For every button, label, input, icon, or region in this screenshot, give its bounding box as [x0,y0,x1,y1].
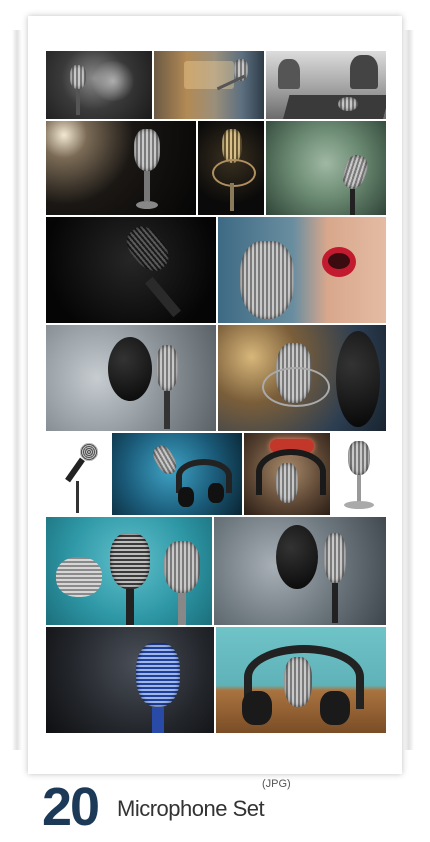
mic-stem-shape [126,589,134,625]
mic-head-shape [338,97,358,111]
ear-cup [178,487,194,507]
mic-head-shape [70,65,86,89]
mic-stem-shape [145,276,181,318]
tile-retro-mic-white [331,432,387,516]
page-shadow-right [404,30,414,750]
mic-stem-shape [332,583,338,623]
tile-blue-retro-mic [45,626,215,734]
mic-stem-shape [164,391,170,429]
tile-vintage-mic-spotlight [45,120,197,216]
tile-on-air-mic [243,432,331,516]
mic-stem-shape [144,171,150,201]
tile-mic-headphones-wood [215,626,387,734]
mic-head-shape [164,541,200,593]
mouth-open [328,253,350,269]
mic-stem-shape [230,183,234,211]
mic-head-shape [276,463,298,503]
tile-condenser-pop-filter-slate [213,516,387,626]
tile-mic-gold-dark [197,120,265,216]
tile-mic-studio-blur [153,50,265,120]
mic-head-shape [156,345,178,391]
mic-head-shape [324,533,346,583]
dust-cloud [90,61,136,101]
mic-stem-shape [65,457,85,483]
tile-mic-dust-dark [45,50,153,120]
person-silhouette [350,55,378,89]
mixer-console [282,95,386,119]
mic-head-shape [240,241,294,319]
mic-base [344,501,374,509]
format-label: (JPG) [262,778,291,790]
collection-title: Microphone Set [117,796,265,821]
tile-mic-green-texture [265,120,387,216]
ear-cup [208,483,224,503]
mic-stem-shape [152,707,164,733]
mic-stem-shape [357,475,361,503]
tile-mic-headphones-blue [111,432,243,516]
photo-collage-sheet [28,16,402,774]
pop-filter-shape [276,525,318,589]
ear-cup [320,691,350,725]
tile-woman-singing-mic [217,216,387,324]
mic-stem-shape [76,89,80,115]
mic-head-shape [339,152,371,192]
mic-stem-shape [178,593,186,625]
mic-stand-shape [76,481,79,513]
mic-head-shape [120,220,176,278]
tile-three-retro-mics-teal [45,516,213,626]
pop-filter-shape [336,331,380,427]
tile-mic-black-closeup [45,216,217,324]
mic-head-shape [348,441,370,475]
mic-head-shape [136,643,180,707]
person-silhouette [278,59,300,89]
tile-mic-mixer-bw [265,50,387,120]
mic-head-shape [284,657,312,707]
shock-mount [262,367,330,407]
page-shadow-left [12,30,22,750]
image-count: 20 [42,777,100,837]
mic-base [136,201,158,209]
mic-ball-head [80,443,98,461]
tile-handheld-mic-white [45,432,111,516]
ear-cup [242,691,272,725]
mic-stem-shape [350,189,355,215]
mic-head-shape [222,129,242,163]
tile-condenser-pop-filter-bokeh [217,324,387,432]
tile-condenser-pop-filter-grey [45,324,217,432]
mic-head-shape [110,533,150,589]
mic-ball-head [56,557,102,597]
shock-mount [212,159,256,187]
pop-filter-shape [108,337,152,401]
mic-head-shape [134,129,160,171]
